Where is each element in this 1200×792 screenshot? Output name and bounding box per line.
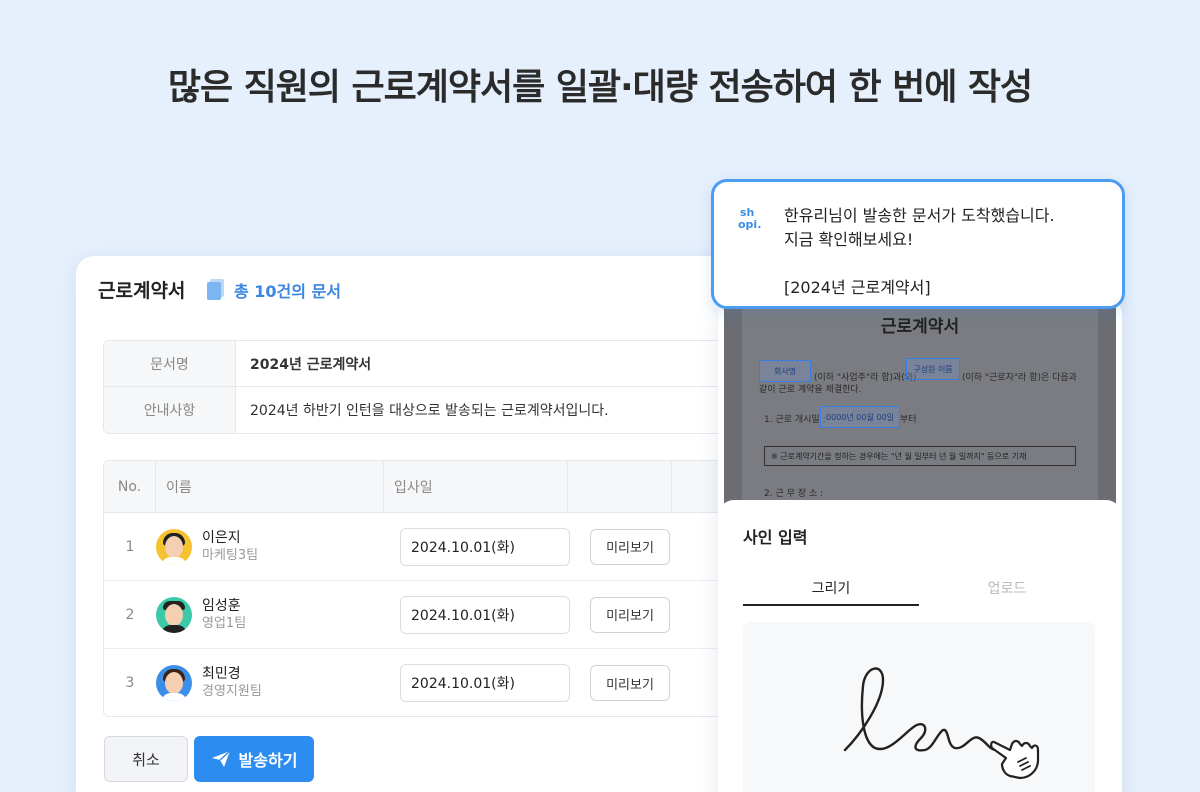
join-date-input[interactable]: 2024.10.01(화) <box>400 595 570 634</box>
notification-line-1: 한유리님이 발송한 문서가 도착했습니다. <box>784 206 1055 225</box>
avatar <box>156 528 192 565</box>
preview-cell: 미리보기 <box>568 665 672 701</box>
send-button[interactable]: 발송하기 <box>194 736 314 782</box>
row-no: 2 <box>125 606 135 623</box>
start-date-field[interactable]: 0000년 00월 00일 <box>820 406 900 428</box>
pointer-hand-icon <box>990 739 1040 780</box>
row-no: 1 <box>125 538 135 555</box>
table-header: No. 이름 입사일 <box>104 461 776 513</box>
preview-button[interactable]: 미리보기 <box>590 528 670 565</box>
signature-sheet: 사인 입력 그리기 업로드 <box>718 500 1122 792</box>
phone-mockup: 근로계약서 회사명 (이하 "사업주"라 함)과(와) 구성원 이름 (이하 "… <box>718 296 1122 792</box>
employee-team: 영업1팀 <box>202 615 247 631</box>
paper-line: 2. 근 무 장 소 : <box>764 489 824 499</box>
join-date-input[interactable]: 2024.10.01(화) <box>400 664 570 702</box>
notification-doc-name: [2024년 근로계약서] <box>784 278 931 297</box>
preview-button[interactable]: 미리보기 <box>590 596 670 633</box>
notification-message: 한유리님이 발송한 문서가 도착했습니다. 지금 확인해보세요! <box>784 204 1055 252</box>
preview-cell: 미리보기 <box>568 528 672 565</box>
notification-line-2: 지금 확인해보세요! <box>784 230 914 249</box>
page-headline: 많은 직원의 근로계약서를 일괄·대량 전송하여 한 번에 작성 <box>167 67 1033 108</box>
date-cell: 2024.10.01(화) <box>384 595 570 634</box>
doc-count: 총 10건의 문서 <box>206 278 341 302</box>
notification-toast[interactable]: sh opi. 한유리님이 발송한 문서가 도착했습니다. 지금 확인해보세요!… <box>711 179 1125 309</box>
svg-text:opi.: opi. <box>738 218 761 230</box>
table-row: 2 임성훈 영업1팀 2024.10.01(화) 미리보기 <box>104 581 776 649</box>
employee-name: 이은지 <box>202 529 241 546</box>
header-preview <box>568 461 672 512</box>
paper-plane-icon <box>211 750 231 767</box>
contract-paper: 근로계약서 회사명 (이하 "사업주"라 함)과(와) 구성원 이름 (이하 "… <box>742 296 1098 526</box>
employee-team: 경영지원팀 <box>202 684 262 699</box>
avatar <box>156 665 192 701</box>
document-preview: 근로계약서 회사명 (이하 "사업주"라 함)과(와) 구성원 이름 (이하 "… <box>724 296 1116 526</box>
contract-note-box: ※ 근로계약기간을 정하는 경우에는 "년 월 일부터 년 월 일까지" 등으로… <box>764 446 1076 466</box>
employee-name: 최민경 <box>202 666 241 682</box>
header-date: 입사일 <box>384 461 568 512</box>
paper-line: 부터 <box>900 415 917 425</box>
tab-draw[interactable]: 그리기 <box>743 570 919 606</box>
paper-line: (이하 "근로자"라 함)은 다음과 <box>962 373 1077 383</box>
info-row-notice: 안내사항 2024년 하반기 인턴을 대상으로 발송되는 근로계약서입니다. <box>104 387 776 433</box>
header-name: 이름 <box>156 461 384 512</box>
member-name-field[interactable]: 구성원 이름 <box>906 358 960 380</box>
employee-cell: 최민경 경영지원팀 <box>156 665 384 701</box>
join-date-input[interactable]: 2024.10.01(화) <box>400 527 570 566</box>
document-info-table: 문서명 2024년 근로계약서 안내사항 2024년 하반기 인턴을 대상으로 … <box>103 340 776 434</box>
employee-name: 임성훈 <box>202 597 241 614</box>
date-cell: 2024.10.01(화) <box>384 664 570 702</box>
info-label: 안내사항 <box>104 387 236 433</box>
employee-cell: 임성훈 영업1팀 <box>156 596 384 633</box>
info-row-doc-name: 문서명 2024년 근로계약서 <box>104 341 776 387</box>
preview-button[interactable]: 미리보기 <box>590 665 670 701</box>
card-title: 근로계약서 <box>98 280 186 302</box>
avatar <box>156 596 192 633</box>
tab-upload[interactable]: 업로드 <box>919 570 1095 606</box>
date-cell: 2024.10.01(화) <box>384 527 570 566</box>
paper-line: 1. 근로 개시일 : <box>764 415 826 425</box>
employee-cell: 이은지 마케팅3팀 <box>156 528 384 565</box>
notice-value: 2024년 하반기 인턴을 대상으로 발송되는 근로계약서입니다. <box>250 403 609 419</box>
document-stack-icon <box>207 279 224 300</box>
contract-card: 근로계약서 총 10건의 문서 문서명 2024년 근로계약서 안내사항 202… <box>76 256 776 792</box>
signature-title: 사인 입력 <box>743 528 808 547</box>
table-row: 1 이은지 마케팅3팀 2024.10.01(화) 미리보기 <box>104 513 776 581</box>
send-label: 발송하기 <box>238 751 298 770</box>
cancel-button[interactable]: 취소 <box>104 736 188 782</box>
employee-team: 마케팅3팀 <box>202 547 259 563</box>
company-name-field[interactable]: 회사명 <box>759 360 811 382</box>
employee-table: No. 이름 입사일 1 이은지 마케팅3팀 2024.10.01(화) 미리보… <box>103 460 776 717</box>
doc-count-label: 총 10건의 문서 <box>234 282 342 301</box>
header-no: No. <box>104 461 156 512</box>
table-row: 3 최민경 경영지원팀 2024.10.01(화) 미리보기 <box>104 649 776 716</box>
doc-name-value: 2024년 근로계약서 <box>250 356 372 373</box>
row-no: 3 <box>125 675 135 691</box>
paper-title: 근로계약서 <box>880 317 960 337</box>
preview-cell: 미리보기 <box>568 596 672 633</box>
paper-line: 같이 근로 계약을 체결한다. <box>759 385 862 395</box>
brand-logo-icon: sh opi. <box>738 206 768 232</box>
info-label: 문서명 <box>104 341 236 386</box>
